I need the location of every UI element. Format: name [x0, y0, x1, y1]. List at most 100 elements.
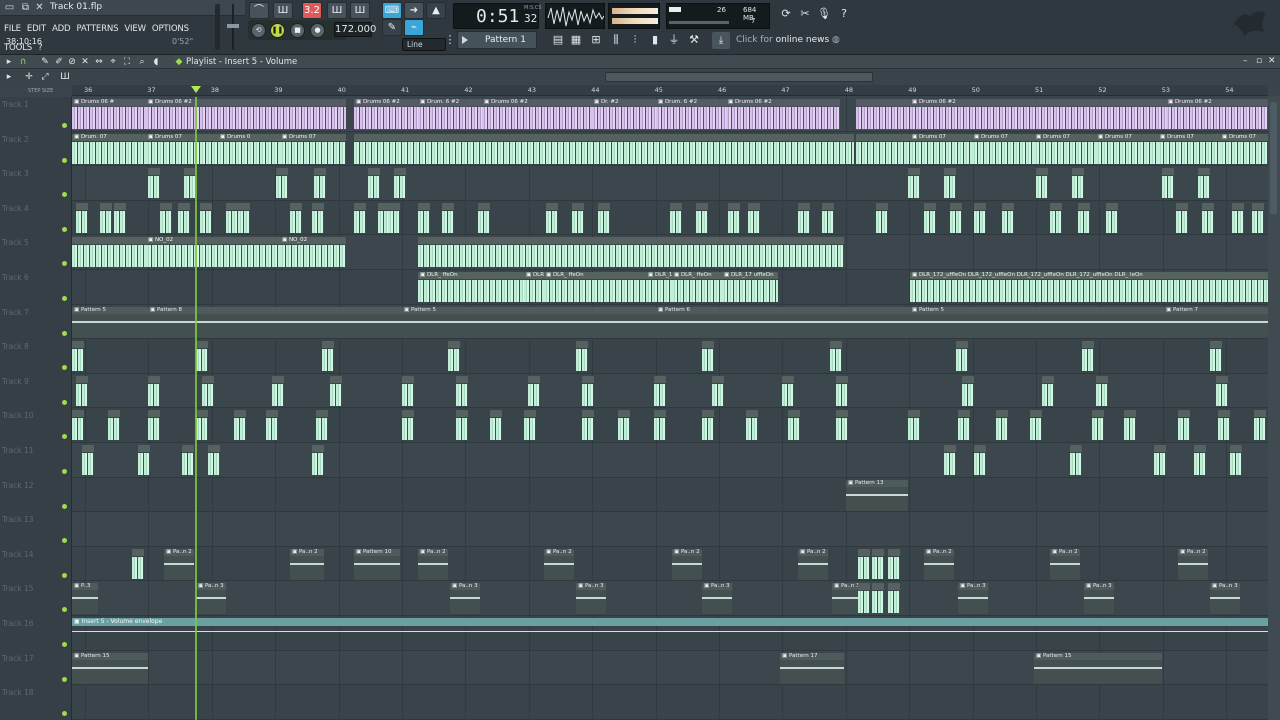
pattern-clip[interactable]: ▣ Pattern 5 — [402, 306, 658, 338]
audio-clip[interactable] — [958, 410, 970, 441]
audio-clip[interactable] — [1194, 445, 1206, 476]
track-enable-led[interactable] — [62, 572, 67, 578]
audio-clip[interactable] — [598, 202, 610, 234]
track-enable-led[interactable] — [62, 192, 67, 198]
audio-clip[interactable] — [314, 168, 326, 199]
audio-clip[interactable] — [456, 375, 468, 407]
track-enable-led[interactable] — [62, 296, 67, 301]
track-label[interactable]: Track 16 — [2, 619, 34, 628]
audio-clip[interactable] — [76, 375, 88, 407]
audio-clip[interactable] — [196, 410, 208, 441]
audio-clip[interactable] — [1096, 375, 1108, 407]
audio-clip[interactable] — [1050, 202, 1062, 234]
audio-clip[interactable] — [148, 410, 160, 441]
help-icon[interactable]: ? — [836, 4, 852, 24]
pattern-clip[interactable]: ▣ Pa..n 3 — [702, 583, 732, 615]
pattern-clip[interactable]: ▣ Pattern 17 — [780, 652, 844, 684]
audio-clip[interactable] — [456, 410, 468, 441]
audio-clip[interactable] — [1106, 202, 1118, 234]
audio-clip[interactable] — [1092, 410, 1104, 441]
playlist-icon[interactable]: ▤ — [550, 32, 566, 48]
audio-clip[interactable] — [1124, 410, 1136, 441]
step-edit-icon[interactable]: Ш — [350, 2, 370, 19]
audio-clip[interactable]: ▣ DLR_ ffeOn — [544, 272, 646, 303]
pencil-icon[interactable]: ✎ — [382, 19, 402, 36]
online-news-button[interactable]: ⤓ Click for online news ◍ — [712, 32, 844, 49]
refresh-icon[interactable]: ⟳ — [778, 4, 794, 24]
playlist-minimize-icon[interactable]: – — [1243, 56, 1248, 66]
slice-tool-icon[interactable]: ⌖ — [108, 57, 118, 67]
pattern-prev-icon[interactable]: ⋮ — [442, 32, 458, 48]
audio-clip[interactable] — [1210, 341, 1222, 372]
audio-clip[interactable] — [572, 202, 584, 234]
track-lane[interactable] — [72, 512, 1268, 547]
audio-clip[interactable] — [546, 202, 558, 234]
faders-icon[interactable]: ⫶ — [627, 32, 643, 48]
piano-roll-icon[interactable]: ⊞ — [588, 32, 604, 48]
audio-clip[interactable] — [354, 202, 366, 234]
audio-clip[interactable] — [442, 202, 454, 234]
automation-clip[interactable]: ▣ Insert 5 - Volume envelope — [72, 618, 1268, 626]
master-pitch-slider[interactable] — [226, 2, 240, 52]
track-lane[interactable] — [72, 443, 1268, 478]
audio-clip[interactable] — [234, 410, 246, 441]
audio-clip[interactable] — [312, 445, 324, 476]
audio-clip[interactable] — [202, 375, 214, 407]
audio-clip[interactable]: ▣ Drums 07 — [146, 133, 218, 165]
audio-clip[interactable]: ▣ DLR_17 uffleOn — [722, 272, 778, 303]
audio-clip[interactable] — [1218, 410, 1230, 441]
audio-clip[interactable] — [528, 375, 540, 407]
horizontal-scrollbar[interactable] — [605, 72, 873, 82]
track-enable-led[interactable] — [62, 123, 67, 128]
timeline-ruler[interactable]: 36 37 38 39 40 41 42 43 44 45 46 47 48 49 50 51 52 53 54 — [72, 85, 1268, 96]
audio-clip[interactable]: ▣ NO_02 — [280, 237, 346, 268]
audio-clip[interactable] — [1030, 410, 1042, 441]
track-label[interactable]: Track 8 — [2, 342, 29, 351]
track-label[interactable]: Track 18 — [2, 688, 34, 697]
audio-clip[interactable] — [1036, 168, 1048, 199]
audio-clip[interactable] — [322, 341, 334, 372]
audio-clip[interactable] — [290, 202, 302, 234]
vertical-scrollbar[interactable] — [1268, 96, 1280, 720]
audio-clip[interactable] — [962, 375, 974, 407]
audio-clip[interactable] — [788, 410, 800, 441]
audio-clip[interactable] — [944, 168, 956, 199]
track-enable-led[interactable] — [62, 711, 67, 717]
audio-clip[interactable] — [1232, 202, 1244, 234]
pattern-clip[interactable]: ▣ Pa..n 3 — [1084, 583, 1114, 615]
audio-clip[interactable] — [108, 410, 120, 441]
audio-clip[interactable] — [72, 341, 84, 372]
audio-clip[interactable] — [312, 202, 324, 234]
track-label[interactable]: Track 13 — [2, 515, 34, 524]
track-enable-led[interactable] — [62, 261, 67, 267]
zoom-slider-icon[interactable]: ⤢ — [40, 72, 50, 82]
audio-clip[interactable] — [582, 375, 594, 407]
track-label[interactable]: Track 4 — [2, 204, 29, 213]
audio-clip[interactable] — [1202, 202, 1214, 234]
audio-clip[interactable]: ▣ Drums 07 — [1096, 133, 1158, 165]
menu-edit[interactable]: EDIT — [23, 21, 48, 34]
audio-clip[interactable] — [888, 548, 900, 580]
audio-clip[interactable] — [100, 202, 112, 234]
audio-clip[interactable] — [330, 375, 342, 407]
audio-clip[interactable]: ▣ Drum. 07 — [72, 133, 146, 165]
audio-clip[interactable] — [490, 410, 502, 441]
audio-clip[interactable]: ▣ DLR_172_uffleOn DLR_172_uffleOn DLR_17… — [910, 272, 1268, 303]
track-label[interactable]: Track 5 — [2, 238, 29, 247]
menu-patterns[interactable]: PATTERNS — [72, 21, 120, 34]
audio-clip[interactable] — [1162, 168, 1174, 199]
audio-clip[interactable] — [1216, 375, 1228, 407]
audio-clip[interactable]: ▣ Drums 07 — [972, 133, 1034, 165]
arrow-right-small-icon[interactable]: ▸ — [4, 72, 14, 82]
restore-icon[interactable]: ▭ — [4, 2, 15, 13]
audio-clip[interactable] — [1002, 202, 1014, 234]
microphone-icon[interactable]: 🎙 — [816, 4, 832, 24]
audio-clip[interactable] — [354, 133, 854, 165]
zoom-tool-icon[interactable]: ⌕ — [137, 57, 147, 67]
audio-clip[interactable] — [798, 202, 810, 234]
pattern-clip[interactable]: ▣ Pattern 6 — [656, 306, 912, 338]
audio-clip[interactable] — [924, 202, 936, 234]
crosshair-icon[interactable]: ✛ — [24, 72, 34, 82]
audio-clip[interactable] — [858, 548, 870, 580]
pattern-clip[interactable]: ▣ Pa..n 3 — [450, 583, 480, 615]
